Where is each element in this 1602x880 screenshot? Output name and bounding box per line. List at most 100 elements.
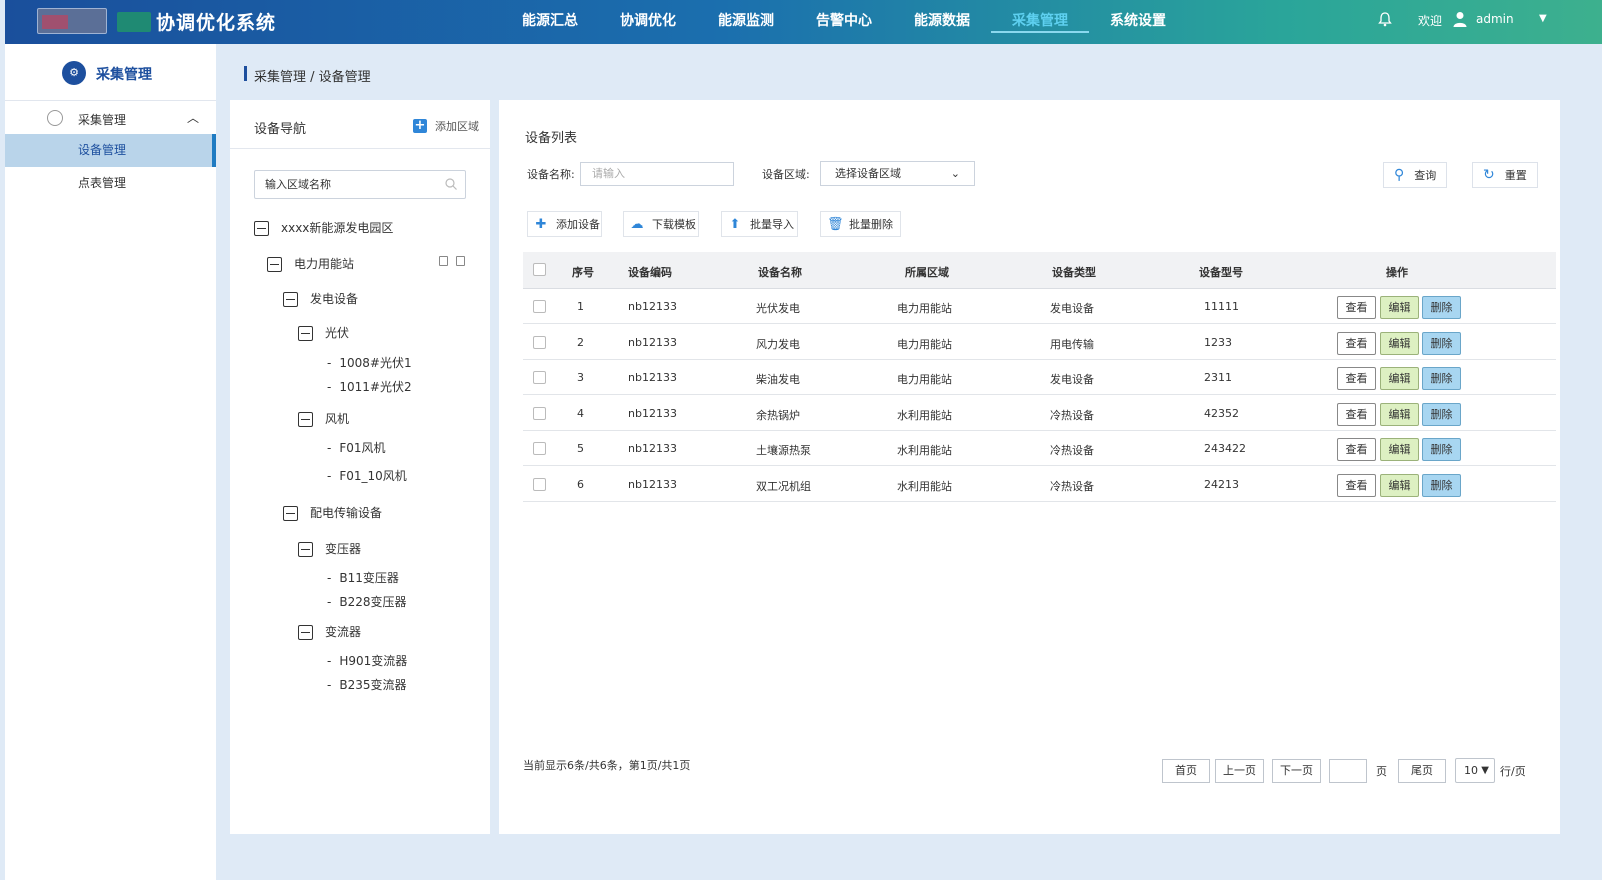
tree-node-station[interactable]: 电力用能站	[267, 255, 354, 272]
edit-button[interactable]: 编辑	[1380, 367, 1419, 390]
edit-button[interactable]: 编辑	[1380, 473, 1419, 497]
edit-button[interactable]: 编辑	[1380, 296, 1419, 319]
edit-button[interactable]: 编辑	[1380, 331, 1419, 355]
edit-node-icon[interactable]	[439, 256, 448, 266]
table-row: 5 nb12133 土壤源热泵 水利用能站 冷热设备 243422 查看 编辑 删除	[523, 431, 1556, 466]
search-button[interactable]: ⚲ 查询	[1383, 162, 1447, 188]
delete-button[interactable]: 删除	[1422, 402, 1461, 426]
view-button[interactable]: 查看	[1337, 473, 1376, 497]
delete-button[interactable]: 删除	[1422, 367, 1461, 390]
cell-index: 1	[577, 300, 584, 313]
cell-area: 水利用能站	[897, 479, 952, 493]
tree-node-pv[interactable]: 光伏	[298, 324, 349, 341]
sidebar-title: 采集管理	[96, 67, 152, 83]
collapse-icon[interactable]	[298, 542, 313, 557]
chevron-up-icon[interactable]: ︿	[187, 109, 199, 126]
delete-button[interactable]: 删除	[1422, 438, 1461, 461]
compass-icon	[47, 110, 63, 126]
tree-node-converter[interactable]: 变流器	[298, 623, 361, 640]
tree-leaf-wind1[interactable]: - F01风机	[327, 439, 386, 456]
cell-code: nb12133	[628, 406, 677, 420]
page-size-value: 10	[1464, 764, 1478, 777]
tree-leaf-pv2[interactable]: -1011#光伏2	[327, 378, 412, 395]
next-page-button[interactable]: 下一页	[1272, 759, 1321, 783]
delete-node-icon[interactable]	[456, 256, 465, 266]
select-all-checkbox[interactable]	[533, 263, 546, 276]
sidebar-item-point-table[interactable]: 点表管理	[5, 167, 216, 200]
breadcrumb: 采集管理 / 设备管理	[244, 66, 371, 85]
device-name-label: 设备名称:	[527, 168, 575, 181]
view-button[interactable]: 查看	[1337, 331, 1376, 355]
edit-button[interactable]: 编辑	[1380, 402, 1419, 426]
row-checkbox[interactable]	[533, 335, 546, 349]
row-checkbox[interactable]	[533, 477, 546, 491]
tree-node-dist[interactable]: 配电传输设备	[283, 504, 382, 521]
row-checkbox[interactable]	[533, 406, 546, 420]
collapse-icon[interactable]	[283, 506, 298, 521]
nav-item-energy-monitor[interactable]: 能源监测	[697, 0, 795, 44]
view-button[interactable]: 查看	[1337, 296, 1376, 319]
tree-node-root[interactable]: xxxx新能源发电园区	[254, 219, 393, 236]
prev-page-button[interactable]: 上一页	[1215, 759, 1264, 783]
tree-leaf-conv2[interactable]: - B235变流器	[327, 676, 406, 693]
device-name-input[interactable]: 请输入	[580, 162, 734, 186]
collapse-icon[interactable]	[298, 326, 313, 341]
tree-node-wind[interactable]: 风机	[298, 410, 349, 427]
collapse-icon[interactable]	[254, 221, 269, 236]
tree-node-gen[interactable]: 发电设备	[283, 290, 358, 307]
row-checkbox[interactable]	[533, 442, 546, 455]
reset-button[interactable]: ↻ 重置	[1472, 162, 1538, 188]
collapse-icon[interactable]	[283, 292, 298, 307]
last-page-button[interactable]: 尾页	[1398, 759, 1446, 783]
collapse-icon[interactable]	[267, 257, 282, 272]
nav-item-coordination[interactable]: 协调优化	[599, 0, 697, 44]
add-area-button[interactable]: + 添加区域	[413, 118, 479, 134]
tree-leaf-trans2[interactable]: - B228变压器	[327, 593, 406, 610]
page-size-select[interactable]: 10 ▼	[1455, 758, 1495, 783]
nav-item-energy-data[interactable]: 能源数据	[893, 0, 991, 44]
download-template-button[interactable]: ☁ 下载模板	[623, 211, 699, 237]
view-button[interactable]: 查看	[1337, 402, 1376, 426]
app-title: 协调优化系统	[156, 12, 277, 34]
batch-delete-button[interactable]: 🗑 批量删除	[820, 211, 901, 237]
collapse-icon[interactable]	[298, 412, 313, 427]
sidebar-group-collection[interactable]: 采集管理 ︿	[5, 101, 216, 134]
cell-name: 双工况机组	[756, 479, 811, 493]
nav-item-alarm-center[interactable]: 告警中心	[795, 0, 893, 44]
tree-leaf-wind2[interactable]: - F01_10风机	[327, 467, 407, 484]
cell-type: 发电设备	[1050, 302, 1094, 315]
chevron-down-icon: ▼	[1481, 765, 1489, 776]
table-row: 4 nb12133 余热锅炉 水利用能站 冷热设备 42352 查看 编辑 删除	[523, 396, 1556, 431]
tree-leaf-trans1[interactable]: - B11变压器	[327, 569, 399, 586]
chevron-down-icon: ⌄	[950, 167, 960, 180]
column-header-type: 设备类型	[1052, 266, 1096, 279]
refresh-icon: ↻	[1483, 167, 1495, 183]
row-checkbox[interactable]	[533, 300, 546, 313]
view-button[interactable]: 查看	[1337, 438, 1376, 461]
search-icon[interactable]	[445, 178, 457, 190]
nav-item-system-settings[interactable]: 系统设置	[1089, 0, 1187, 44]
view-button[interactable]: 查看	[1337, 367, 1376, 390]
row-checkbox[interactable]	[533, 371, 546, 384]
collapse-icon[interactable]	[298, 625, 313, 640]
edit-button[interactable]: 编辑	[1380, 438, 1419, 461]
sidebar-item-device-management[interactable]: 设备管理	[5, 134, 216, 167]
tree-leaf-pv1[interactable]: -1008#光伏1	[327, 354, 412, 371]
area-search-input[interactable]: 输入区域名称	[254, 170, 466, 199]
nav-item-energy-summary[interactable]: 能源汇总	[501, 0, 599, 44]
tree-leaf-conv1[interactable]: - H901变流器	[327, 652, 407, 669]
nav-item-collection[interactable]: 采集管理	[991, 0, 1089, 44]
add-device-button[interactable]: ✚ 添加设备	[527, 211, 602, 237]
tree-node-transformer[interactable]: 变压器	[298, 540, 361, 557]
device-area-select[interactable]: 选择设备区域 ⌄	[820, 161, 975, 186]
delete-button[interactable]: 删除	[1422, 473, 1461, 497]
page-number-input[interactable]	[1329, 759, 1367, 783]
bell-icon[interactable]	[1377, 11, 1393, 27]
user-menu-caret-icon[interactable]: ▼	[1539, 13, 1547, 24]
batch-import-button[interactable]: ⬆ 批量导入	[721, 211, 798, 237]
delete-button[interactable]: 删除	[1422, 296, 1461, 319]
delete-button[interactable]: 删除	[1422, 331, 1461, 355]
user-name[interactable]: admin	[1476, 12, 1514, 26]
first-page-button[interactable]: 首页	[1162, 759, 1210, 783]
cell-type: 冷热设备	[1050, 444, 1094, 457]
